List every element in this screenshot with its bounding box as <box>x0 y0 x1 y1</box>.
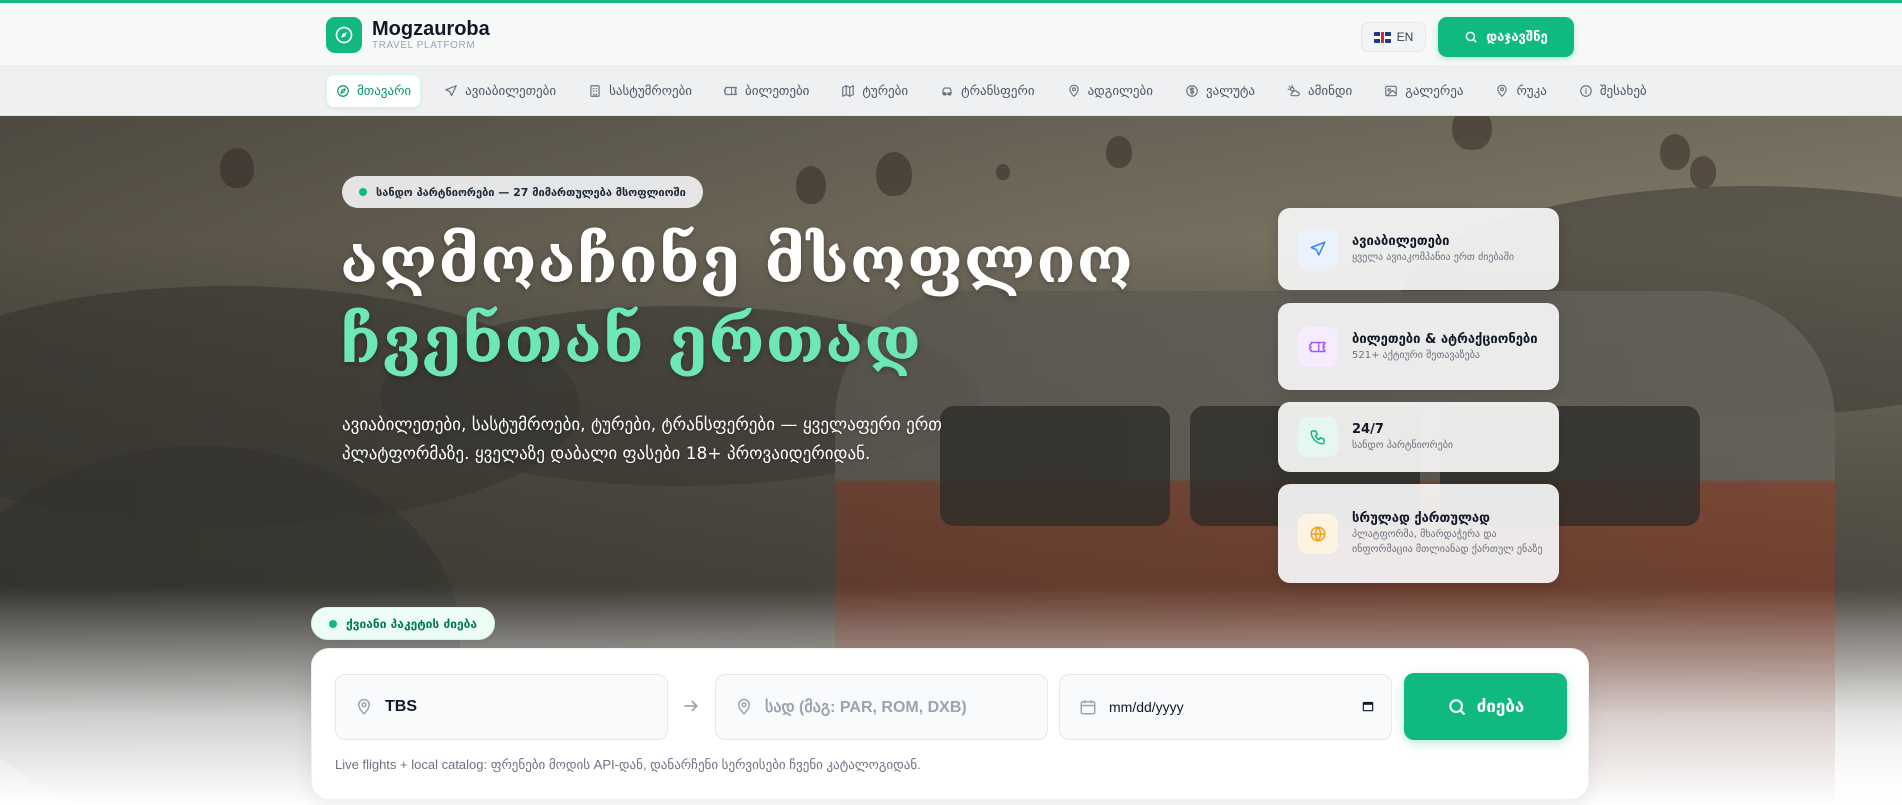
ticket-icon <box>724 84 738 98</box>
origin-field[interactable]: TBS <box>335 674 668 740</box>
feature-sub: სანდო პარტნიორები <box>1352 440 1454 451</box>
quick-search-tab[interactable]: ქვიანი პაკეტის ძიება <box>311 607 496 640</box>
phone-icon <box>1298 417 1338 457</box>
feature-sub: 521+ აქტიური შეთავაზება <box>1352 349 1480 361</box>
compass-icon <box>336 84 350 98</box>
calendar-picker-icon[interactable] <box>1361 699 1375 716</box>
book-button-label: დაჯავშნე <box>1486 29 1548 45</box>
hero-title-line2: ჩვენთან ერთად <box>340 303 922 378</box>
nav-item-label: ამინდი <box>1308 83 1353 99</box>
hero-badge-label: სანდო პარტნიორები — 27 მიმართულება მსოფლ… <box>376 185 686 199</box>
nav-item-label: გალერეა <box>1405 83 1464 99</box>
arrow-right-icon <box>681 696 701 720</box>
pin-icon <box>1495 84 1509 98</box>
date-field[interactable]: mm/dd/yyyy <box>1059 674 1392 740</box>
main-nav: მთავარი ავიაბილეთები სასტუმროები ბილეთები ტუ… <box>0 67 1902 116</box>
hero-lead: ავიაბილეთები, სასტუმროები, ტურები, ტრანს… <box>342 415 942 464</box>
car-icon <box>940 84 954 98</box>
search-note: Live flights + local catalog: ფრენები მო… <box>335 757 921 772</box>
nav-items: მთავარი ავიაბილეთები სასტუმროები ბილეთები ტუ… <box>326 74 1656 108</box>
feature-title: 24/7 <box>1352 422 1384 437</box>
nav-item-9[interactable]: გალერეა <box>1375 74 1472 108</box>
nav-item-11[interactable]: შესახებ <box>1570 74 1656 108</box>
nav-item-6[interactable]: ადგილები <box>1058 74 1162 108</box>
nav-item-label: ვალუტა <box>1205 83 1255 99</box>
feature-card-flights[interactable]: ავიაბილეთები ყველა ავიაკომპანია ერთ ძიებ… <box>1278 208 1559 290</box>
globe-icon <box>1298 513 1338 554</box>
info-icon <box>1579 84 1593 98</box>
nav-item-8[interactable]: ამინდი <box>1278 74 1361 108</box>
calendar-icon <box>1080 700 1096 715</box>
nav-item-label: ავიაბილეთები <box>465 83 557 99</box>
nav-item-3[interactable]: ბილეთები <box>715 74 818 108</box>
date-placeholder: mm/dd/yyyy <box>1109 699 1184 715</box>
top-header: Mogzauroba TRAVEL PLATFORM EN დაჯავშნე <box>0 0 1902 67</box>
hero-title-line1: აღმოაჩინე მსოფლიო <box>340 223 1134 298</box>
map-icon <box>841 84 855 98</box>
feature-card-tickets[interactable]: ბილეთები & ატრაქციონები 521+ აქტიური შეთ… <box>1278 303 1559 390</box>
nav-item-label: ტრანსფერი <box>961 83 1035 99</box>
building-icon <box>588 84 602 98</box>
language-switcher[interactable]: EN <box>1361 22 1426 52</box>
pin-icon <box>357 698 371 715</box>
hero-title: აღმოაჩინე მსოფლიო ჩვენთან ერთად <box>340 221 1134 381</box>
search-button-label: ძიება <box>1476 696 1525 717</box>
nav-item-7[interactable]: ვალუტა <box>1176 74 1264 108</box>
nav-item-label: ადგილები <box>1087 83 1153 99</box>
nav-item-label: სასტუმროები <box>609 83 693 99</box>
status-dot <box>359 188 367 196</box>
nav-item-label: ტურები <box>862 83 909 99</box>
nav-item-0[interactable]: მთავარი <box>326 74 422 108</box>
book-button[interactable]: დაჯავშნე <box>1438 17 1574 57</box>
brand-name: Mogzauroba <box>372 18 490 40</box>
search-card: TBS სად (მაგ: PAR, ROM, DXB) mm/dd/yyyy … <box>311 648 1589 800</box>
feature-sub: პლატფორმა, მხარდაჭერა და ინფორმაცია მთლი… <box>1352 529 1543 555</box>
search-button[interactable]: ძიება <box>1404 673 1567 740</box>
nav-item-5[interactable]: ტრანსფერი <box>931 74 1043 108</box>
pin-icon <box>737 698 751 715</box>
currency-icon <box>1185 84 1199 98</box>
feature-sub: ყველა ავიაკომპანია ერთ ძიებაში <box>1352 252 1515 263</box>
hero-badge: სანდო პარტნიორები — 27 მიმართულება მსოფლ… <box>342 176 703 208</box>
plane-icon <box>1298 229 1338 269</box>
pin-icon <box>1067 84 1081 98</box>
nav-item-label: რუკა <box>1516 83 1547 99</box>
destination-placeholder: სად (მაგ: PAR, ROM, DXB) <box>765 699 967 716</box>
nav-item-label: შესახებ <box>1599 83 1647 99</box>
feature-card-georgian[interactable]: სრულად ქართულად პლატფორმა, მხარდაჭერა და… <box>1278 484 1559 583</box>
language-label: EN <box>1396 30 1414 44</box>
origin-value: TBS <box>385 698 417 715</box>
nav-item-10[interactable]: რუკა <box>1486 74 1555 108</box>
weather-icon <box>1287 84 1301 98</box>
search-icon <box>1465 31 1478 43</box>
brand-logo[interactable]: Mogzauroba TRAVEL PLATFORM <box>326 17 490 53</box>
uk-flag-icon <box>1373 31 1391 43</box>
feature-title: სრულად ქართულად <box>1352 511 1490 526</box>
nav-item-1[interactable]: ავიაბილეთები <box>435 74 565 108</box>
nav-item-2[interactable]: სასტუმროები <box>579 74 701 108</box>
search-icon <box>1448 698 1465 715</box>
nav-item-4[interactable]: ტურები <box>832 74 917 108</box>
feature-card-support[interactable]: 24/7 სანდო პარტნიორები <box>1278 402 1559 472</box>
quick-search-label: ქვიანი პაკეტის ძიება <box>346 616 478 631</box>
nav-item-label: ბილეთები <box>745 83 810 99</box>
feature-title: ბილეთები & ატრაქციონები <box>1352 331 1538 347</box>
nav-item-label: მთავარი <box>357 83 412 99</box>
compass-icon <box>326 17 362 53</box>
image-icon <box>1384 84 1398 98</box>
ticket-icon <box>1298 326 1338 367</box>
brand-tagline: TRAVEL PLATFORM <box>372 40 476 51</box>
status-dot <box>329 619 337 628</box>
plane-icon <box>444 84 458 98</box>
feature-title: ავიაბილეთები <box>1352 234 1450 249</box>
destination-field[interactable]: სად (მაგ: PAR, ROM, DXB) <box>715 674 1048 740</box>
